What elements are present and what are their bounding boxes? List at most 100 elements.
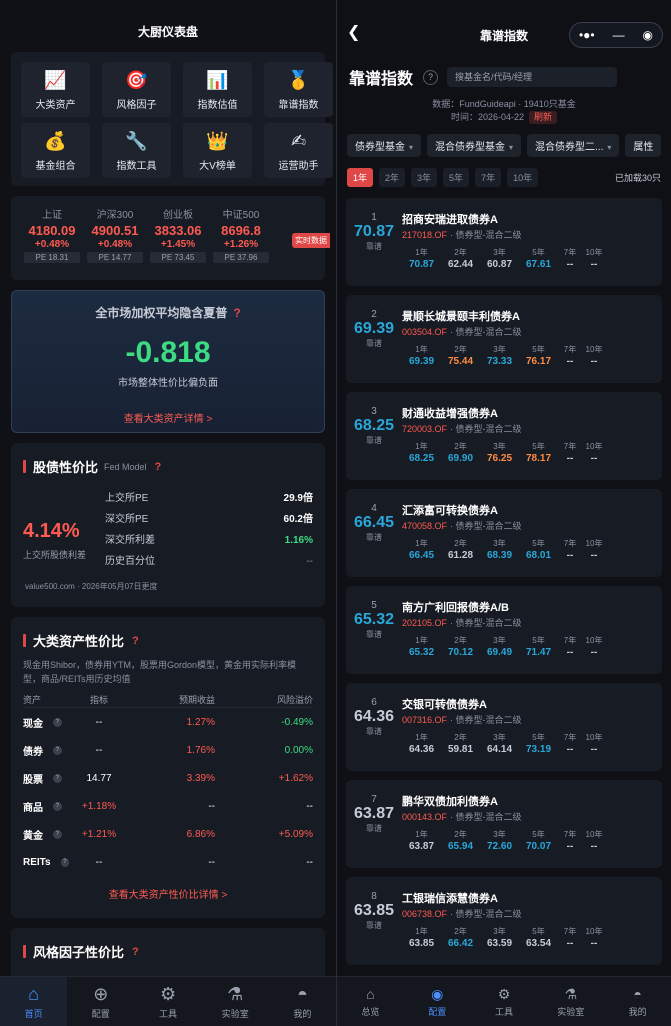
asset-name: 商品? [23,799,69,814]
tab-gear[interactable]: ⚙ 工具 [134,977,201,1026]
sharpe-card[interactable]: 全市场加权平均隐含夏普? -0.818 市场整体性价比偏负面 查看大类资产详情 … [11,290,325,433]
tab-flask[interactable]: ⚗ 实验室 [537,977,604,1026]
table-row[interactable]: REITs? -- -- -- [23,848,313,876]
fund-score: 66.45 [353,514,395,531]
help-icon[interactable]: ? [155,461,162,473]
metric-value: -- [306,556,313,567]
period-tab[interactable]: 2年 [379,168,406,187]
nav-money-bag[interactable]: 💰 基金组合 [21,123,90,178]
category-chip[interactable]: 属性 [625,134,662,157]
fund-card[interactable]: 3 68.25 靠谱 财通收益增强债券A 720003.OF · 债券型-混合二级 1年 2年… [346,392,662,480]
period-tab[interactable]: 3年 [411,168,438,187]
category-chip[interactable]: 混合债券型二... ▾ [527,134,620,157]
help-icon[interactable]: ? [132,635,139,647]
nav-crown[interactable]: 👑 大V榜单 [183,123,252,178]
category-chip[interactable]: 混合债券型基金 ▾ [427,134,522,157]
year-label: 7年 [563,248,577,257]
nav-pen[interactable]: ✍ 运营助手 [264,123,333,178]
fund-category: · 债券型-混合二级 [450,715,522,725]
period-tab[interactable]: 7年 [475,168,502,187]
year-label: 1年 [415,442,428,451]
asset-detail-link[interactable]: 查看大类资产详情 > [12,410,324,425]
tab-home[interactable]: ⌂ 首页 [0,977,68,1026]
target-icon: 🎯 [125,69,148,90]
year-label: 5年 [532,733,545,742]
tab-user[interactable]: ◓ 我的 [269,977,336,1026]
search-input[interactable]: 搜基金名/代码/经理 [447,67,618,87]
money-bag-icon: 💰 [44,130,67,151]
info-icon[interactable]: ? [53,829,62,839]
period-tab[interactable]: 5年 [443,168,470,187]
asset-risk: +5.09% [278,828,313,840]
tab-compass[interactable]: ⊕ 配置 [67,977,134,1026]
info-icon[interactable]: ? [53,745,62,755]
year-label: 10年 [585,248,603,257]
fund-card[interactable]: 4 66.45 靠谱 汇添富可转换债券A 470058.OF · 债券型-混合二级 1年 2年… [346,489,662,577]
table-row[interactable]: 黄金? +1.21% 6.86% +5.09% [23,820,313,848]
nav-chart[interactable]: 📈 大类资产 [21,62,90,117]
fund-card[interactable]: 2 69.39 靠谱 景顺长城景颐丰利债券A 003504.OF · 债券型-混合二级 1年… [346,295,662,383]
table-row[interactable]: 商品? +1.18% -- -- [23,792,313,820]
sharpe-subtitle: 市场整体性价比偏负面 [118,378,218,389]
fund-card[interactable]: 7 63.87 靠谱 鹏华双债加利债券A 000143.OF · 债券型-混合二级 1年 2年… [346,780,662,868]
fund-card[interactable]: 6 64.36 靠谱 交银可转债债券A 007316.OF · 债券型-混合二级 1年 2年 3… [346,683,662,771]
tab-user[interactable]: ◓ 我的 [604,977,671,1026]
index-change: +1.26% [223,239,259,250]
period-tab[interactable]: 1年 [347,168,374,187]
year-label: 10年 [585,733,603,742]
index-quote[interactable]: 沪深300 4900.51 +0.48% PE 14.77 [84,206,146,272]
info-icon[interactable]: ? [60,857,69,867]
year-label: 7年 [563,830,577,839]
year-score: -- [566,453,574,464]
fund-name: 鹏华双债加利债券A [402,796,498,808]
tab-flask[interactable]: ⚗ 实验室 [202,977,269,1026]
nav-target[interactable]: 🎯 风格因子 [102,62,171,117]
nav-wrench[interactable]: 🔧 指数工具 [102,123,171,178]
tab-gear[interactable]: ⚙ 工具 [471,977,538,1026]
year-label: 3年 [493,539,506,548]
asset-class-card: 大类资产性价比 ? 现金用Shibor，债券用YTM，股票用Gordon模型，黄… [11,617,325,918]
tab-home[interactable]: ⌂ 总览 [337,977,404,1026]
asset-expected: 6.86% [186,828,215,840]
year-label: 3年 [493,927,506,936]
info-icon[interactable]: ? [53,773,62,783]
info-icon[interactable]: ? [53,801,62,811]
refresh-button[interactable]: 刷新 [529,111,558,124]
tab-label: 我的 [293,1009,312,1019]
score-label: 靠谱 [366,727,382,736]
index-quote[interactable]: 中证500 8696.8 +1.26% PE 37.96 [210,206,272,272]
fund-code: 202105.OF [402,618,448,628]
nav-medal[interactable]: 🥇 靠谱指数 [264,62,333,117]
info-icon[interactable]: ? [53,717,62,727]
table-row[interactable]: 现金? -- 1.27% -0.49% [23,708,313,736]
fund-code-line: 217018.OF · 债券型-混合二级 [402,228,522,241]
table-row[interactable]: 债券? -- 1.76% 0.00% [23,736,313,764]
fund-score: 65.32 [353,611,395,628]
year-label: 5年 [532,248,545,257]
fund-card[interactable]: 5 65.32 靠谱 南方广利回报债券A/B 202105.OF · 债券型-混合二级 1年… [346,586,662,674]
realtime-badge[interactable]: 实时数据 [292,233,330,248]
index-pe: PE 37.96 [213,252,269,263]
help-icon[interactable]: ? [423,69,439,85]
category-chip[interactable]: 债券型基金 ▾ [347,134,422,157]
year-label: 5年 [532,636,545,645]
fund-card[interactable]: 8 63.85 靠谱 工银瑞信添慧债券A 006738.OF · 债券型-混合二级 1年 2年… [346,877,662,965]
fed-metric-row: 历史百分位 -- [105,551,313,572]
year-score: 73.19 [525,744,552,755]
minimize-icon[interactable]: — [613,28,625,42]
index-quote[interactable]: 创业板 3833.06 +1.45% PE 73.45 [147,206,209,272]
more-icon[interactable]: •●• [579,28,595,42]
year-label: 7年 [563,927,577,936]
close-icon[interactable]: ◉ [643,28,653,42]
fund-card[interactable]: 1 70.87 靠谱 招商安瑞进取债券A 217018.OF · 债券型-混合二级 1年 2年… [346,198,662,286]
period-tab[interactable]: 10年 [507,168,539,187]
asset-ratio-detail-link[interactable]: 查看大类资产性价比详情 > [11,876,325,901]
help-icon[interactable]: ? [233,306,240,320]
index-quote[interactable]: 上证 4180.09 +0.48% PE 18.31 [21,206,83,272]
nav-bar-chart[interactable]: 📊 指数估值 [183,62,252,117]
tab-compass[interactable]: ◉ 配置 [404,977,471,1026]
table-row[interactable]: 股票? 14.77 3.39% +1.62% [23,764,313,792]
help-icon[interactable]: ? [132,946,139,958]
fund-code-line: 000143.OF · 债券型-混合二级 [402,810,522,823]
year-label: 7年 [563,345,577,354]
